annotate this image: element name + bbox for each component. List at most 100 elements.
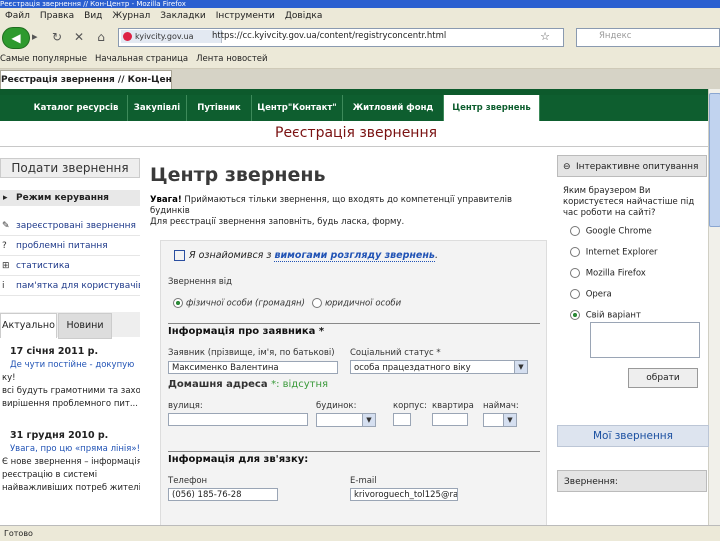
page-header: Реєстрація звернення — [0, 121, 708, 147]
phone-field[interactable]: (056) 185-76-28 — [168, 488, 278, 501]
scrollbar-thumb[interactable] — [709, 93, 720, 227]
social-status-select[interactable]: особа працездатного віку ▼ — [350, 360, 528, 374]
chevron-down-icon: ▼ — [362, 414, 375, 426]
site-identity-badge[interactable]: kyivcity.gov.ua — [121, 30, 222, 43]
radio-legal[interactable]: юридичної особи — [312, 298, 401, 309]
request-from-label: Звернення від — [168, 277, 233, 287]
house-label: будинок: — [316, 401, 357, 411]
address-label: Домашня адреса *: відсутня — [168, 379, 328, 390]
house-select[interactable]: ▼ — [316, 413, 376, 427]
page-title: Реєстрація звернення — [275, 125, 438, 141]
sidebar-item-statistics[interactable]: ⊞ статистика — [0, 256, 140, 276]
edit-icon: ✎ — [2, 221, 10, 231]
tenant-select[interactable]: ▼ — [483, 413, 517, 427]
bookmark-item[interactable]: Лента новостей — [196, 50, 267, 68]
my-requests-button[interactable]: Мої звернення — [557, 425, 709, 447]
menu-file[interactable]: Файл — [0, 8, 35, 25]
browser-tab[interactable]: Реєстрація звернення // Кон-Центр — [0, 70, 172, 90]
name-field[interactable]: Максименко Валентина — [168, 361, 338, 374]
nav-guide[interactable]: Путівник — [187, 95, 252, 121]
tab-news[interactable]: Новини — [58, 313, 112, 339]
name-label: Заявник (прізвище, ім'я, по батькові) — [168, 348, 335, 358]
agree-row: Я ознайомився з вимогами розгляду зверне… — [174, 250, 438, 262]
poll-option-selected[interactable]: Свій варіант — [570, 310, 641, 321]
poll-option[interactable]: Opera — [570, 289, 612, 300]
menu-tools[interactable]: Інструменти — [211, 8, 280, 25]
poll-custom-answer[interactable] — [590, 322, 700, 358]
stop-icon[interactable]: ✕ — [70, 28, 88, 46]
applicant-section-title: Інформація про заявника * — [168, 323, 540, 337]
warning-text: Увага! Приймаються тільки звернення, що … — [150, 195, 512, 216]
search-input[interactable]: Яндекс — [576, 28, 720, 47]
menu-view[interactable]: Вид — [79, 8, 107, 25]
requirements-link[interactable]: вимогами розгляду звернень — [274, 250, 435, 262]
flat-field[interactable] — [432, 413, 468, 426]
triangle-icon: ▸ — [3, 193, 8, 203]
news-date: 31 грудня 2010 р. — [10, 430, 109, 441]
menu-help[interactable]: Довідка — [280, 8, 328, 25]
window-title: Реєстрація звернення // Кон-Центр - Mozi… — [0, 0, 720, 8]
social-status-label: Соціальний статус * — [350, 348, 441, 358]
menu-bookmarks[interactable]: Закладки — [155, 8, 211, 25]
street-field[interactable] — [168, 413, 308, 426]
menu-edit[interactable]: Правка — [35, 8, 79, 25]
email-field[interactable]: krivoroguech_tol125@ram — [350, 488, 458, 501]
poll-header: ⊖ Інтерактивне опитування — [557, 155, 707, 177]
question-icon: ? — [2, 241, 7, 251]
bookmark-item[interactable]: Самые популярные — [0, 50, 87, 68]
reload-icon[interactable]: ↻ — [48, 28, 66, 46]
form-instruction: Для реєстрації звернення заповніть, будь… — [150, 217, 405, 227]
requests-header: Звернення: — [557, 470, 707, 492]
status-bar: Готово — [0, 525, 720, 541]
status-text: Готово — [4, 529, 33, 538]
bookmark-item[interactable]: Начальная страница — [95, 50, 188, 68]
news-text: найважливіших потреб жителів — [2, 483, 140, 493]
poll-question: Яким браузером Ви користуєтеся найчастіш… — [563, 186, 695, 218]
menu-bar: Файл Правка Вид Журнал Закладки Інструменти До… — [0, 8, 720, 26]
phone-label: Телефон — [168, 476, 208, 486]
poll-submit-button[interactable]: обрати — [628, 368, 698, 388]
nav-housing[interactable]: Житловий фонд — [343, 95, 444, 121]
tenant-label: наймач: — [483, 401, 519, 411]
mode-header: ▸ Режим керування — [0, 190, 140, 206]
url-text[interactable]: https://cc.kyivcity.gov.ua/content/regis… — [212, 29, 446, 44]
poll-option[interactable]: Internet Explorer — [570, 247, 658, 258]
warning-label: Увага! — [150, 195, 182, 205]
contact-section-title: Інформація для зв'язку: — [168, 451, 540, 465]
info-icon: i — [2, 281, 5, 291]
submit-request-button[interactable]: Подати звернення — [0, 158, 140, 178]
korpus-label: корпус: — [393, 401, 427, 411]
bookmarks-toolbar: Самые популярные Начальная страница Лента … — [0, 50, 720, 69]
agree-checkbox[interactable] — [174, 250, 185, 261]
email-label: E-mail — [350, 476, 377, 486]
news-text: всі будуть грамотними та заходи — [2, 386, 140, 396]
menu-history[interactable]: Журнал — [107, 8, 155, 25]
bookmark-star-icon[interactable]: ☆ — [536, 28, 554, 46]
forward-dropdown-icon[interactable]: ▸ — [32, 29, 46, 45]
street-label: вулиця: — [168, 401, 203, 411]
nav-procurement[interactable]: Закупівлі — [128, 95, 187, 121]
tab-actual[interactable]: Актуально — [0, 313, 57, 338]
nav-catalog[interactable]: Каталог ресурсів — [25, 95, 128, 121]
news-text: реєстрацію в системі — [2, 470, 98, 480]
news-link[interactable]: Увага, про цю «пряма лінія»! — [10, 444, 140, 454]
chevron-down-icon: ▼ — [503, 414, 516, 426]
poll-option[interactable]: Mozilla Firefox — [570, 268, 646, 279]
grid-icon: ⊞ — [2, 261, 10, 271]
news-text: вирішення проблемного пит... — [2, 399, 138, 409]
nav-requests-center[interactable]: Центр звернень — [444, 95, 540, 121]
radio-individual[interactable]: фізичної особи (громадян) — [173, 298, 305, 309]
korpus-field[interactable] — [393, 413, 411, 426]
back-button[interactable]: ◀ — [2, 27, 30, 49]
sidebar-item-problems[interactable]: ? проблемні питання — [0, 236, 140, 256]
flat-label: квартира — [432, 401, 474, 411]
sidebar-item-memo[interactable]: i пам'ятка для користувачів — [0, 276, 140, 296]
favicon-icon — [123, 32, 132, 41]
sidebar-item-registered[interactable]: ✎ зареєстровані звернення — [0, 216, 140, 236]
news-text: Є нове звернення – інформація через — [2, 457, 140, 467]
news-link[interactable]: Де чути постійне - докупую — [10, 360, 134, 370]
news-text: ку! — [2, 373, 16, 383]
nav-contact-center[interactable]: Центр"Контакт" — [252, 95, 343, 121]
home-icon[interactable]: ⌂ — [92, 28, 110, 46]
poll-option[interactable]: Google Chrome — [570, 226, 652, 237]
